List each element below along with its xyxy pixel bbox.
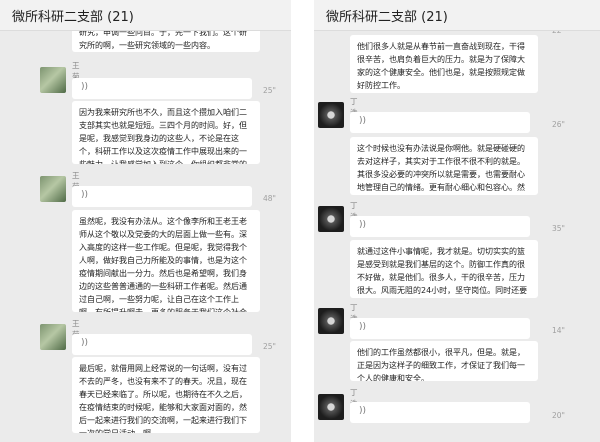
transcript-bubble[interactable]: 他们很多人就是从春节前一直奋战到现在，干得很辛苦，也肩负着巨大的压力。就是为了保… [350, 35, 538, 93]
avatar[interactable] [40, 324, 66, 350]
transcript-text: 最后呢，就借用网上经常说的一句话啊，没有过不去的严冬，也没有来不了的春天。况且，… [79, 364, 247, 433]
transcript-bubble[interactable]: 因为我来研究所也不久，而且这个攒加入咱们二支部其实也就是短短。三四个月的时间。好… [72, 101, 260, 164]
chat-title: 微所科研二支部 (21) [12, 10, 134, 25]
transcript-text: 他们的工作虽然都很小，很平凡，但是。就是，正是因为这样子的细致工作，才保证了我们… [357, 348, 525, 381]
transcript-bubble[interactable]: 他们的工作虽然都很小，很平凡，但是。就是，正是因为这样子的细致工作，才保证了我们… [350, 341, 538, 381]
chat-header: 微所科研二支部 (21) [314, 0, 600, 31]
transcript-text: 这个时候也没有办法说是你啊他。就是硬碰硬的去对这样子，其实对于工作很不很不利的就… [357, 144, 525, 192]
voice-message[interactable]: )) [72, 78, 252, 99]
voice-message[interactable]: )) [350, 216, 530, 237]
voice-wave-icon: )) [81, 190, 89, 200]
right-chat-panel: 微所科研二支部 (21) 22" 他们很多人就是从春节前一直奋战到现在，干得很辛… [314, 0, 600, 442]
avatar[interactable] [40, 176, 66, 202]
voice-wave-icon: )) [359, 116, 367, 126]
voice-wave-icon: )) [359, 220, 367, 230]
avatar[interactable] [318, 102, 344, 128]
voice-wave-icon: )) [359, 322, 367, 332]
transcript-text: 虽然呢，我没有办法从。这个像李所和王老王老师从这个敬以及党委的大的层面上做一些有… [79, 217, 247, 312]
transcript-text: 因为我来研究所也不久，而且这个攒加入咱们二支部其实也就是短短。三四个月的时间。好… [79, 108, 247, 164]
voice-duration: 20" [552, 411, 565, 420]
transcript-bubble[interactable]: 就通过这件小事情呢，我才就是。切切实实的篮是感受到就是我们基层的这个。防御工作真… [350, 240, 538, 298]
chat-title: 微所科研二支部 (21) [326, 10, 448, 25]
voice-duration: 26" [552, 120, 565, 129]
chat-header: 微所科研二支部 (21) [0, 0, 291, 31]
voice-message[interactable]: )) [350, 318, 530, 339]
message-text: 研究，申调一些问目。于，先一下我们。这个研究所的啊，一些研究领域的一些内容。 [79, 28, 247, 50]
left-chat-panel: 微所科研二支部 (21) 研究，申调一些问目。于，先一下我们。这个研究所的啊，一… [0, 0, 291, 442]
transcript-bubble[interactable]: 这个时候也没有办法说是你啊他。就是硬碰硬的去对这样子，其实对于工作很不很不利的就… [350, 137, 538, 195]
voice-message[interactable]: )) [350, 402, 530, 423]
voice-duration: 35" [552, 224, 565, 233]
voice-wave-icon: )) [81, 82, 89, 92]
voice-duration: 14" [552, 326, 565, 335]
transcript-text: 就通过这件小事情呢，我才就是。切切实实的篮是感受到就是我们基层的这个。防御工作真… [357, 247, 528, 295]
avatar[interactable] [318, 394, 344, 420]
transcript-text: 他们很多人就是从春节前一直奋战到现在，干得很辛苦，也肩负着巨大的压力。就是为了保… [357, 42, 525, 90]
avatar[interactable] [40, 67, 66, 93]
voice-duration: 25" [263, 86, 276, 95]
voice-message[interactable]: )) [72, 186, 252, 207]
transcript-bubble[interactable]: 最后呢，就借用网上经常说的一句话啊，没有过不去的严冬，也没有来不了的春天。况且，… [72, 357, 260, 433]
transcript-bubble[interactable]: 虽然呢，我没有办法从。这个像李所和王老王老师从这个敬以及党委的大的层面上做一些有… [72, 210, 260, 312]
voice-duration: 25" [263, 342, 276, 351]
voice-duration: 48" [263, 194, 276, 203]
avatar[interactable] [318, 206, 344, 232]
voice-wave-icon: )) [359, 406, 367, 416]
voice-message[interactable]: )) [72, 334, 252, 355]
avatar[interactable] [318, 308, 344, 334]
voice-message[interactable]: )) [350, 112, 530, 133]
voice-wave-icon: )) [81, 338, 89, 348]
